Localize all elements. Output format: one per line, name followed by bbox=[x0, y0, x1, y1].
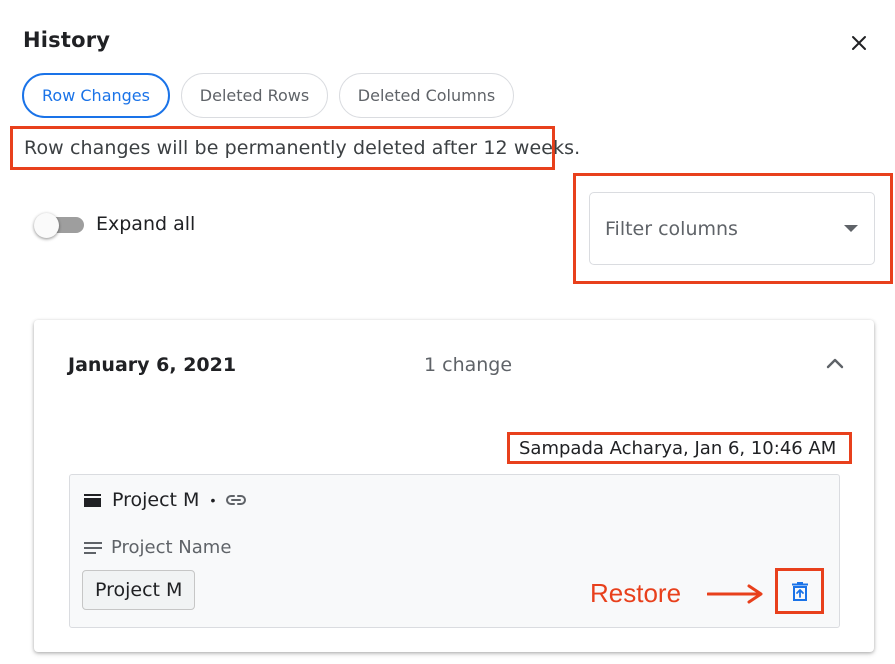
change-count: 1 change bbox=[424, 354, 513, 376]
restore-annotation-label: Restore bbox=[590, 578, 682, 608]
collapse-button[interactable] bbox=[822, 350, 848, 376]
row-link-button[interactable] bbox=[225, 494, 247, 506]
tab-deleted-columns[interactable]: Deleted Columns bbox=[339, 73, 514, 118]
link-icon bbox=[226, 495, 247, 505]
chevron-up-icon bbox=[826, 358, 844, 369]
row-header: Project M • bbox=[84, 489, 247, 511]
restore-icon bbox=[791, 581, 808, 601]
field-name: Project Name bbox=[111, 537, 232, 558]
restore-highlight bbox=[775, 568, 824, 614]
field-name-row: Project Name bbox=[84, 537, 231, 558]
field-value-chip: Project M bbox=[82, 570, 196, 610]
expand-all-label: Expand all bbox=[96, 213, 196, 235]
retention-notice: Row changes will be permanently deleted … bbox=[24, 137, 581, 159]
text-lines-icon bbox=[84, 541, 102, 554]
row-icon bbox=[84, 493, 101, 507]
arrow-right-icon bbox=[707, 584, 763, 604]
filter-columns-select[interactable]: Filter columns bbox=[589, 192, 875, 265]
author-timestamp: Sampada Acharya, Jan 6, 10:46 AM bbox=[519, 437, 837, 459]
group-date: January 6, 2021 bbox=[68, 354, 237, 376]
toggle-knob bbox=[34, 213, 59, 238]
tab-row-changes[interactable]: Row Changes bbox=[22, 73, 170, 118]
notice-highlight: Row changes will be permanently deleted … bbox=[10, 126, 580, 170]
restore-button[interactable] bbox=[788, 578, 812, 604]
close-button[interactable] bbox=[846, 30, 872, 56]
filter-placeholder: Filter columns bbox=[605, 217, 738, 240]
row-label: Project M bbox=[112, 489, 200, 511]
history-dialog: History Row Changes Deleted Rows Deleted… bbox=[0, 0, 895, 664]
tab-deleted-rows[interactable]: Deleted Rows bbox=[181, 73, 328, 118]
close-icon bbox=[852, 36, 866, 50]
separator-dot: • bbox=[210, 492, 216, 508]
author-highlight: Sampada Acharya, Jan 6, 10:46 AM bbox=[507, 432, 852, 464]
dialog-title: History bbox=[23, 28, 111, 52]
expand-all-toggle[interactable]: Expand all bbox=[34, 213, 196, 238]
dropdown-arrow-icon bbox=[844, 224, 858, 232]
toggle-switch[interactable] bbox=[34, 213, 86, 238]
